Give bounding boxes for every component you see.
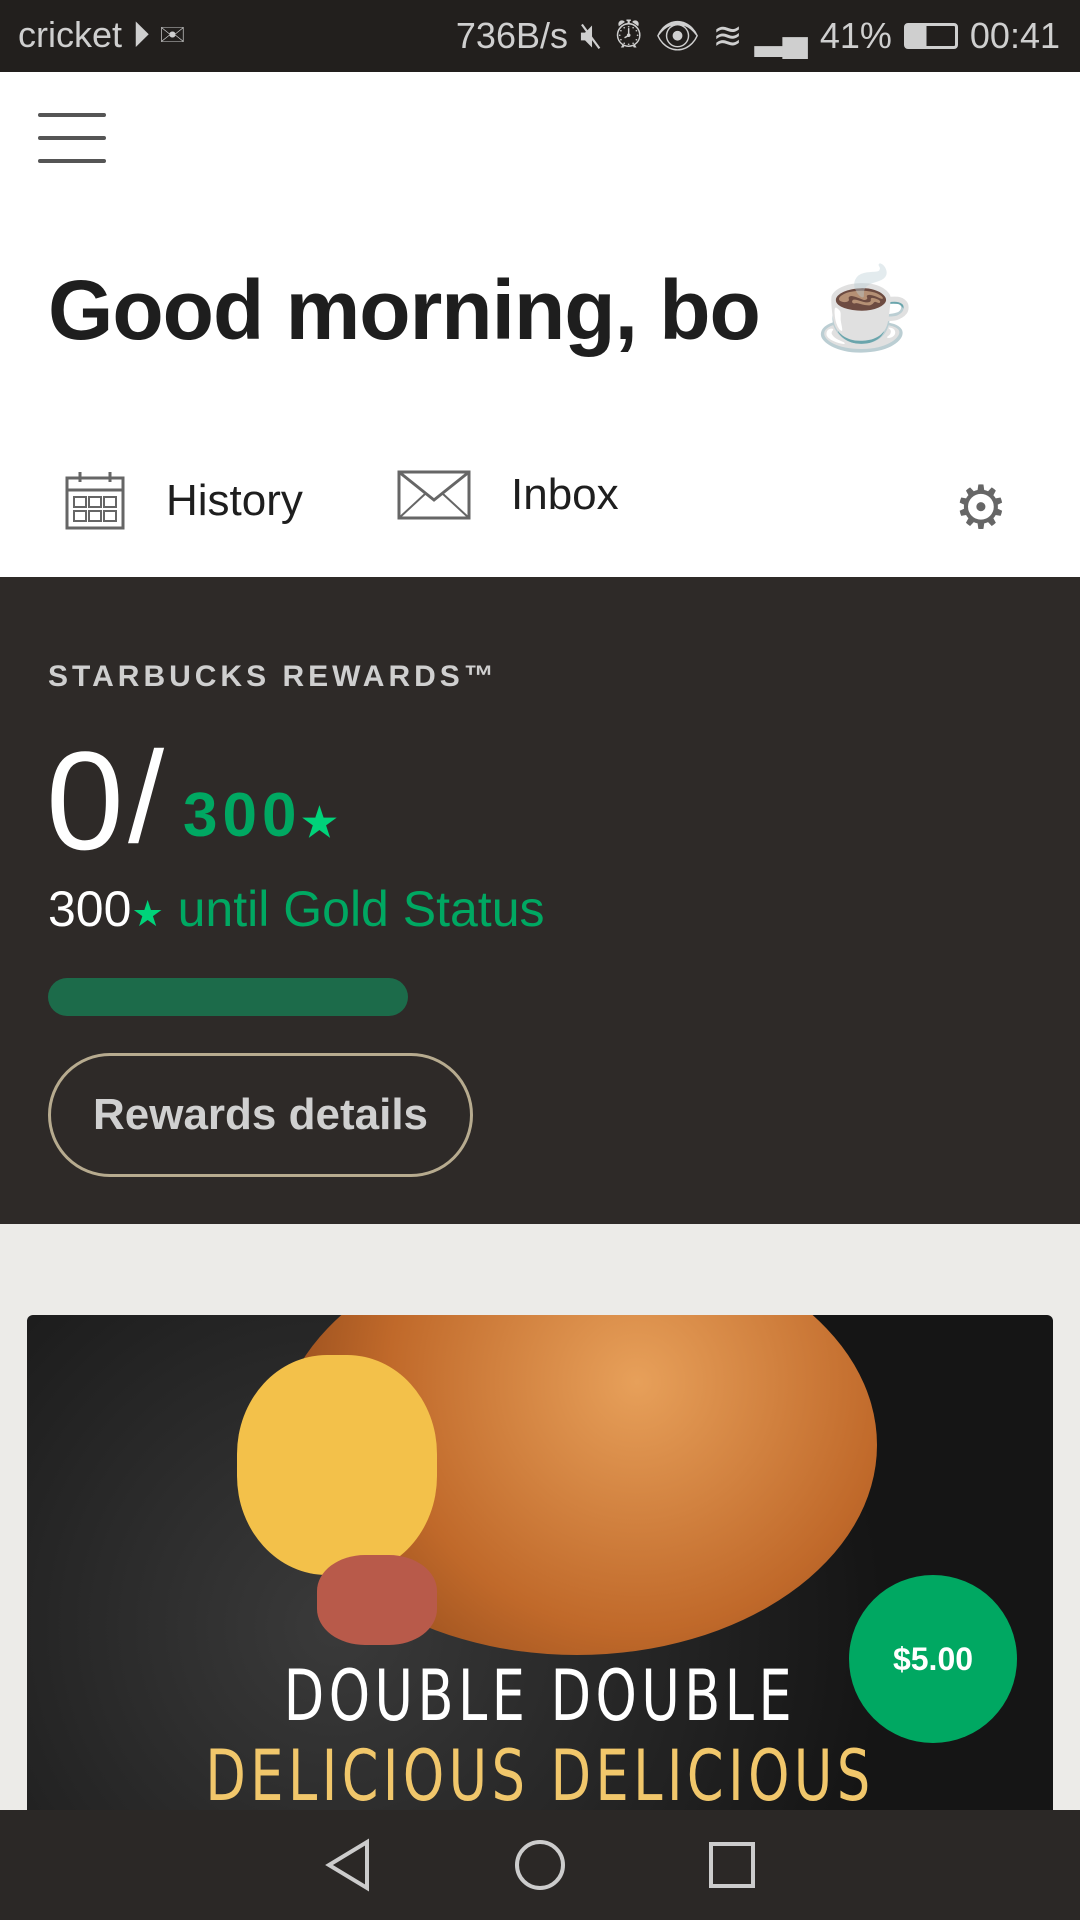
promo-line1: DOUBLE DOUBLE (283, 1655, 797, 1737)
inbox-label: Inbox (511, 470, 619, 519)
clock: 00:41 (969, 14, 1060, 56)
alarm-icon: ⏰︎ (614, 14, 643, 55)
egg-image (237, 1355, 437, 1575)
bacon-image (317, 1555, 437, 1645)
gmail-icon: ✉ (160, 14, 185, 55)
back-icon[interactable] (323, 1838, 373, 1892)
wifi-icon: ≋ (712, 14, 743, 56)
promo-card[interactable]: DOUBLE DOUBLE DELICIOUS DELICIOUS (27, 1315, 1053, 1835)
carrier: cricket (18, 14, 123, 55)
recents-icon[interactable] (707, 1840, 757, 1890)
net-speed: 736B/s (455, 14, 568, 56)
price-badge: $5.00 (849, 1575, 1017, 1743)
status-right: 736B/s 🔇︎ ⏰︎ 👁︎ ≋ ▂▄ 41% 00:41 (456, 14, 1060, 57)
battery-percent: 41% (819, 14, 892, 56)
greeting: Good morning, bo (48, 263, 761, 357)
status-left: cricket ⏵ ✉ (18, 14, 185, 57)
until-count: 300 (48, 881, 132, 937)
history-button[interactable]: History (64, 470, 303, 532)
home-icon[interactable] (513, 1838, 567, 1892)
coffee-cup-icon: ☕ (815, 264, 915, 353)
mute-icon: 🔇︎ (579, 14, 603, 55)
inbox-button[interactable]: Inbox (397, 470, 619, 520)
goal-value: 300 (183, 781, 302, 850)
current-stars: 0 (46, 722, 124, 879)
rewards-details-button[interactable]: Rewards details (48, 1053, 473, 1177)
eye-icon: 👁︎ (654, 14, 701, 56)
star-icon: ★ (131, 893, 164, 934)
history-label: History (166, 476, 303, 525)
calendar-icon (65, 472, 125, 530)
envelope-icon (397, 470, 471, 520)
status-bar: cricket ⏵ ✉ 736B/s 🔇︎ ⏰︎ 👁︎ ≋ ▂▄ 41% 00:… (0, 0, 1080, 72)
goal-stars: 300★ (183, 780, 342, 851)
system-nav-bar (0, 1810, 1080, 1920)
play-store-icon: ⏵ (132, 14, 151, 55)
menu-icon[interactable] (38, 113, 106, 163)
until-gold: 300★ until Gold Status (48, 880, 545, 938)
slash: / (128, 724, 165, 870)
until-text: until Gold Status (177, 881, 545, 937)
rewards-label: STARBUCKS REWARDS™ (48, 660, 498, 693)
progress-bar (48, 978, 408, 1016)
signal-icon: ▂▄ (754, 14, 808, 56)
promo-line2: DELICIOUS DELICIOUS (205, 1735, 875, 1817)
star-icon: ★ (301, 801, 343, 845)
settings-gear-icon[interactable]: ⚙ (954, 478, 1008, 538)
battery-icon (903, 22, 958, 49)
